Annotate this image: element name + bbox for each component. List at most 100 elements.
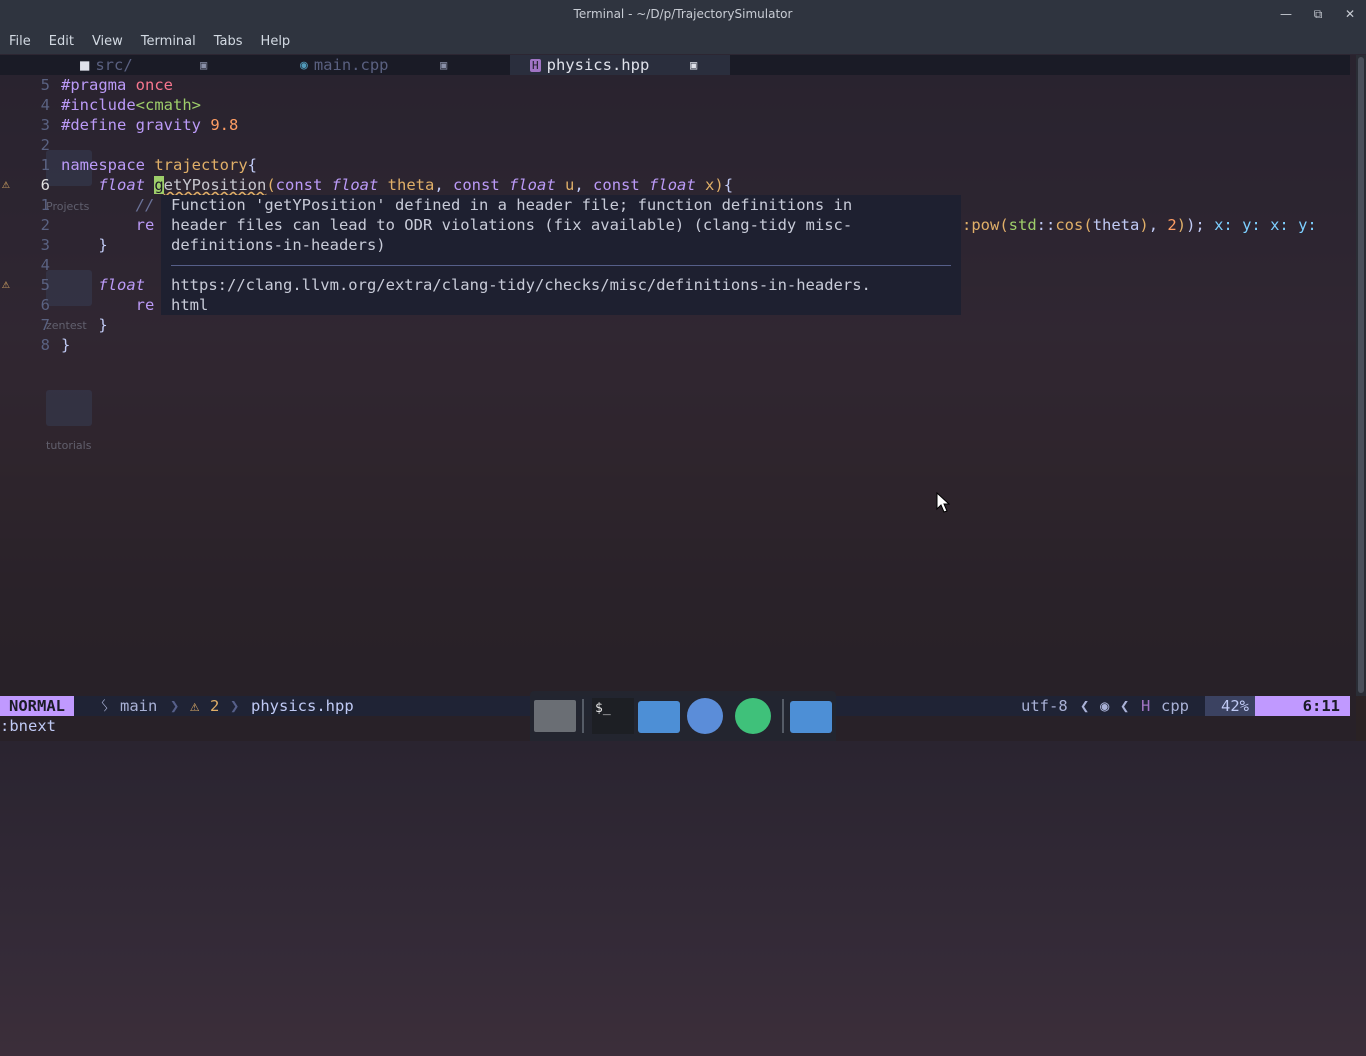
split-icon[interactable]: ▣ [200,58,207,72]
line-number: 5 [40,76,50,94]
code-text: // [61,195,155,215]
code-text: namespace trajectory{ [61,155,257,175]
menu-edit[interactable]: Edit [40,34,83,49]
git-branch-icon: ᛊ [100,697,110,715]
line-number: 4 [40,96,50,114]
window-controls: — ⧉ ✕ [1278,0,1358,28]
close-button[interactable]: ✕ [1342,7,1358,21]
code-token: std [1008,216,1037,234]
buffer-tabline: ■ src/ ▣ ◉ main.cpp ▣ H physics.hpp ▣ [0,55,1350,75]
code-token: x [705,176,715,194]
code-line[interactable]: 5 #pragma once [0,75,1350,95]
code-token: ) [714,176,724,194]
code-token: float [98,276,145,294]
line-number: 2 [40,136,50,154]
code-text: re [61,215,155,235]
code-line[interactable]: 2 [0,135,1350,155]
menu-terminal[interactable]: Terminal [132,34,205,49]
code-token: float [509,176,566,194]
code-line[interactable]: 1 namespace trajectory{ [0,155,1350,175]
code-token: cos [1055,216,1084,234]
file-manager-icon[interactable] [790,701,832,733]
terminal-icon[interactable]: $_ [592,698,634,734]
workspace-switcher-icon[interactable] [534,700,576,732]
code-text: } [61,315,108,335]
code-token: ) [1176,216,1187,234]
separator-icon: ❯ [230,697,240,715]
code-token: const [593,176,650,194]
terminal-scrollbar[interactable] [1356,55,1366,696]
code-token: ( [1083,216,1093,234]
code-token: float [331,176,388,194]
menu-file[interactable]: File [0,34,40,49]
code-token: { [247,156,257,174]
code-token: <cmath> [135,96,201,114]
maximize-button[interactable]: ⧉ [1310,7,1326,22]
git-branch: main [120,697,158,715]
code-token: :: [1036,216,1056,234]
command-line[interactable]: :bnext [0,716,56,736]
terminal-label: $_ [595,701,611,716]
home-folder-icon[interactable] [638,701,680,733]
filetype-icon: H [1141,697,1151,715]
code-line[interactable]: 3 #define gravity 9.8 [0,115,1350,135]
code-token: etYPosition [163,176,267,194]
code-text: #pragma once [61,75,173,95]
code-token: u [565,176,575,194]
separator-icon: ❮ [1120,697,1130,715]
split-icon[interactable]: ▣ [440,58,447,72]
code-text: re [61,295,155,315]
tab-label: main.cpp [313,56,389,74]
line-number: 1 [40,156,50,174]
code-token: // [61,196,155,214]
menu-view[interactable]: View [83,34,132,49]
window-title: Terminal - ~/D/p/TrajectorySimulator [573,7,793,21]
mode-indicator: NORMAL [0,696,74,716]
line-number: 7 [40,316,50,334]
menu-help[interactable]: Help [252,34,300,49]
code-text-tail: :pow(std::cos(theta), 2)); x: y: x: y: [962,215,1317,235]
filetype: cpp [1161,697,1189,715]
mouse-pointer-icon [936,492,950,513]
separator-icon: ❮ [1080,697,1090,715]
diagnostic-doc-link[interactable]: https://clang.llvm.org/extra/clang-tidy/… [171,275,871,315]
split-icon[interactable]: ▣ [690,58,697,72]
code-token: , [434,176,454,194]
dock-separator [782,699,784,733]
warning-icon: ⚠ [190,697,200,715]
tab-src[interactable]: ■ src/ ▣ [80,55,250,75]
code-token: } [61,236,108,254]
diagnostic-message: Function 'getYPosition' defined in a hea… [171,196,853,254]
line-number: 3 [40,116,50,134]
code-token: once [135,76,173,94]
separator-icon: ❯ [170,697,180,715]
code-line[interactable]: ⚠ 6 float getYPosition(const float theta,… [0,175,1350,195]
code-line[interactable]: 8} [0,335,1350,355]
tab-main-cpp[interactable]: ◉ main.cpp ▣ [300,55,490,75]
menu-tabs[interactable]: Tabs [205,34,252,49]
code-token: theta [1092,216,1140,234]
minimize-button[interactable]: — [1278,7,1294,21]
code-token: { [723,176,734,194]
popup-divider [171,265,951,266]
warning-count: 2 [210,697,220,715]
status-filename: physics.hpp [251,697,354,715]
inlay-hint: y: [1242,216,1271,234]
code-token: } [61,316,108,334]
code-line[interactable]: 7 } [0,315,1350,335]
code-line[interactable]: 4 #include<cmath> [0,95,1350,115]
line-number: 6 [40,176,50,194]
code-token: #include [61,96,136,114]
web-browser-icon[interactable] [687,698,723,734]
line-number: 8 [40,336,50,354]
tab-physics-hpp[interactable]: H physics.hpp ▣ [510,55,730,75]
dock-separator [582,699,584,733]
desktop-icon-label: tutorials [46,439,92,452]
scrollbar-thumb[interactable] [1358,57,1364,693]
code-text: float [61,275,145,295]
code-token: ( [266,176,276,194]
code-token: ( [999,216,1009,234]
tab-label: physics.hpp [546,56,650,74]
app-finder-icon[interactable] [735,698,771,734]
